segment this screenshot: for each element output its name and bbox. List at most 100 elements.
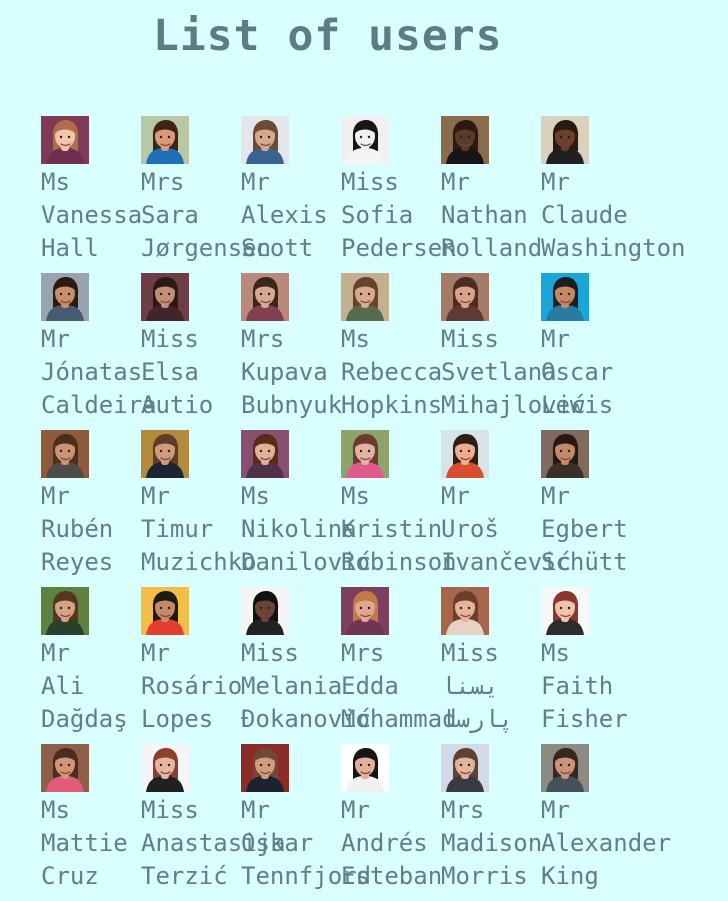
avatar — [141, 273, 189, 321]
user-grid: Ms Vanessa Hall Mrs Sara Jørgensen Mr Al… — [41, 116, 728, 901]
user-card: Mr Claude Washington — [541, 116, 686, 273]
user-last-name: Đokanović — [241, 705, 372, 733]
user-card: Mrs Sara Jørgensen — [141, 116, 272, 273]
user-title: Ms — [241, 482, 270, 510]
user-first-name: Elsa — [141, 358, 199, 386]
user-title: Mrs — [341, 639, 385, 667]
avatar — [141, 587, 189, 635]
user-last-name: Hopkins — [341, 391, 443, 419]
user-first-name: Uroš — [441, 515, 499, 543]
user-first-name: Edda — [341, 672, 399, 700]
avatar — [41, 587, 89, 635]
user-first-name: Anastasija — [141, 829, 286, 857]
user-card: Miss یسنا پارسا — [441, 587, 541, 744]
avatar — [41, 744, 89, 792]
user-title: Miss — [141, 796, 199, 824]
user-title: Mr — [41, 482, 70, 510]
avatar — [141, 744, 189, 792]
user-last-name: Dağdaş — [41, 705, 128, 733]
user-last-name: Caldeira — [41, 391, 157, 419]
user-title: Mr — [241, 168, 270, 196]
user-title: Mr — [541, 168, 570, 196]
user-title: Mr — [41, 325, 70, 353]
avatar — [441, 744, 489, 792]
user-title: Mrs — [141, 168, 185, 196]
user-first-name: Madison — [441, 829, 543, 857]
user-card: Miss Anastasija Terzić — [141, 744, 286, 901]
user-first-name: Jónatas — [41, 358, 143, 386]
user-first-name: Timur — [141, 515, 214, 543]
user-card: Mr Andrés Esteban — [341, 744, 443, 901]
user-card: Mrs Kupava Bubnyuk — [241, 273, 342, 430]
user-last-name: Danilović — [241, 548, 372, 576]
user-first-name: Nikolina — [241, 515, 357, 543]
avatar — [41, 116, 89, 164]
user-title: Miss — [241, 639, 299, 667]
user-card: Mr Alexis Scott — [241, 116, 341, 273]
user-title: Ms — [341, 482, 370, 510]
user-last-name: پارسا — [441, 705, 514, 733]
user-first-name: یسنا — [441, 672, 499, 700]
avatar — [241, 116, 289, 164]
user-last-name: Robinson — [341, 548, 457, 576]
user-title: Mr — [541, 482, 570, 510]
user-last-name: Esteban — [341, 862, 443, 890]
user-title: Mr — [141, 639, 170, 667]
user-last-name: Tennfjord — [241, 862, 372, 890]
user-title: Mrs — [441, 796, 485, 824]
user-title: Miss — [341, 168, 399, 196]
user-card: Mr Oskar Tennfjord — [241, 744, 372, 901]
user-card: Mr Nathan Rolland — [441, 116, 543, 273]
user-first-name: Oscar — [541, 358, 614, 386]
user-first-name: Rebecca — [341, 358, 443, 386]
user-first-name: Sofia — [341, 201, 414, 229]
user-last-name: Jørgensen — [141, 234, 272, 262]
user-card: Mrs Madison Morris — [441, 744, 543, 901]
user-first-name: Faith — [541, 672, 614, 700]
user-title: Mr — [341, 796, 370, 824]
user-first-name: Mattie — [41, 829, 128, 857]
user-first-name: Alexis — [241, 201, 328, 229]
user-last-name: Rolland — [441, 234, 543, 262]
user-card: Mr Uroš Ivančević — [441, 430, 572, 587]
user-last-name: Pedersen — [341, 234, 457, 262]
avatar — [241, 744, 289, 792]
avatar — [341, 744, 389, 792]
user-card: Mr Egbert Schütt — [541, 430, 641, 587]
user-first-name: Kristin — [341, 515, 443, 543]
user-card: Mr Alexander King — [541, 744, 671, 901]
avatar — [441, 430, 489, 478]
user-card: Mr Rubén Reyes — [41, 430, 141, 587]
user-card: Ms Faith Fisher — [541, 587, 641, 744]
user-last-name: Lewis — [541, 391, 614, 419]
user-last-name: Lopes — [141, 705, 214, 733]
user-title: Ms — [41, 796, 70, 824]
user-last-name: Reyes — [41, 548, 114, 576]
avatar — [541, 116, 589, 164]
avatar — [341, 430, 389, 478]
avatar — [241, 430, 289, 478]
user-title: Ms — [341, 325, 370, 353]
user-card: Ms Rebecca Hopkins — [341, 273, 443, 430]
user-last-name: Schütt — [541, 548, 628, 576]
user-card: Mr Ali Dağdaş — [41, 587, 141, 744]
user-last-name: Scott — [241, 234, 314, 262]
user-last-name: Autio — [141, 391, 214, 419]
user-first-name: Egbert — [541, 515, 628, 543]
user-first-name: Claude — [541, 201, 628, 229]
avatar — [541, 744, 589, 792]
user-title: Mr — [541, 325, 570, 353]
avatar — [541, 273, 589, 321]
avatar — [441, 273, 489, 321]
user-card: Mr Oscar Lewis — [541, 273, 641, 430]
user-card: Miss Sofia Pedersen — [341, 116, 457, 273]
user-last-name: King — [541, 862, 599, 890]
user-first-name: Vanessa — [41, 201, 143, 229]
user-last-name: Mohammad — [341, 705, 457, 733]
user-card: Ms Vanessa Hall — [41, 116, 143, 273]
user-first-name: Rosário — [141, 672, 243, 700]
user-title: Mr — [441, 168, 470, 196]
user-last-name: Ivančević — [441, 548, 572, 576]
user-first-name: Oskar — [241, 829, 314, 857]
user-last-name: Hall — [41, 234, 99, 262]
